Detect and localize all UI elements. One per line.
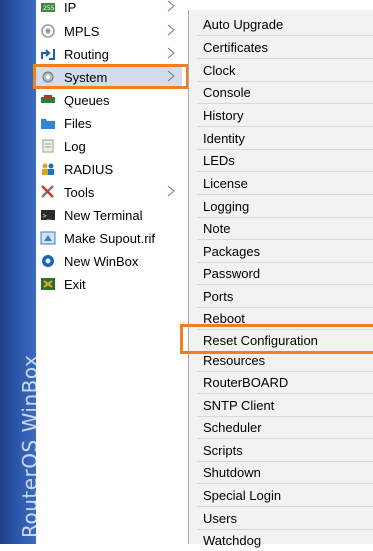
menu-item-files[interactable]: Files: [36, 112, 182, 134]
menu-item-label: Files: [64, 115, 92, 131]
menu-item-label: Routing: [64, 46, 109, 62]
routing-icon: [40, 47, 56, 61]
folder-icon: [40, 116, 56, 130]
submenu-item-watchdog[interactable]: Watchdog: [203, 529, 373, 551]
submenu-item-scheduler[interactable]: Scheduler: [203, 416, 373, 438]
submenu-item-history[interactable]: History: [203, 104, 373, 126]
svg-text:>_: >_: [43, 212, 52, 220]
menu-item-ip[interactable]: 255 IP: [36, 0, 182, 18]
menu-item-label: Tools: [64, 184, 95, 200]
submenu-item-password[interactable]: Password: [203, 262, 373, 284]
mpls-icon: [40, 24, 56, 38]
submenu-item-routerboard[interactable]: RouterBOARD: [203, 371, 373, 393]
highlight-system: [33, 64, 189, 89]
submenu-item-special-login[interactable]: Special Login: [203, 484, 373, 506]
brand-strip: RouterOS WinBox: [0, 0, 42, 544]
chevron-right-icon: [167, 47, 175, 59]
menu-item-queues[interactable]: Queues: [36, 89, 182, 111]
svg-text:255: 255: [43, 5, 55, 12]
supout-icon: [40, 231, 56, 245]
menu-item-exit[interactable]: Exit: [36, 273, 182, 295]
submenu-item-logging[interactable]: Logging: [203, 195, 373, 217]
menu-item-tools[interactable]: Tools: [36, 181, 182, 203]
system-submenu: Auto Upgrade Certificates Clock Console …: [188, 10, 373, 548]
menu-item-label: Make Supout.rif: [64, 230, 156, 246]
submenu-item-clock[interactable]: Clock: [203, 59, 373, 81]
menu-item-label: Log: [64, 138, 86, 154]
submenu-item-certificates[interactable]: Certificates: [203, 36, 373, 58]
submenu-item-console[interactable]: Console: [203, 81, 373, 103]
submenu-item-ports[interactable]: Ports: [203, 285, 373, 307]
menu-item-label: Exit: [64, 276, 86, 292]
queues-icon: [40, 93, 56, 107]
menu-item-label: MPLS: [64, 23, 100, 39]
ip-icon: 255: [40, 0, 56, 14]
log-icon: [40, 139, 56, 153]
menu-item-make-supout[interactable]: Make Supout.rif: [36, 227, 182, 249]
submenu-item-users[interactable]: Users: [203, 507, 373, 529]
submenu-item-license[interactable]: License: [203, 172, 373, 194]
submenu-item-note[interactable]: Note: [203, 217, 373, 239]
menu-item-log[interactable]: Log: [36, 135, 182, 157]
menu-item-new-terminal[interactable]: >_ New Terminal: [36, 204, 182, 226]
terminal-icon: >_: [40, 208, 56, 222]
menu-item-mpls[interactable]: MPLS: [36, 20, 182, 42]
chevron-right-icon: [167, 24, 175, 36]
menu-item-label: RADIUS: [64, 161, 114, 177]
exit-icon: [40, 277, 56, 291]
menu-item-label: New WinBox: [64, 253, 139, 269]
submenu-item-sntp-client[interactable]: SNTP Client: [203, 394, 373, 416]
users-icon: [40, 162, 56, 176]
chevron-right-icon: [167, 185, 175, 197]
menu-item-label: New Terminal: [64, 207, 143, 223]
tools-icon: [40, 185, 56, 199]
submenu-item-packages[interactable]: Packages: [203, 240, 373, 262]
winbox-icon: [40, 254, 56, 268]
submenu-item-shutdown[interactable]: Shutdown: [203, 461, 373, 483]
submenu-item-auto-upgrade[interactable]: Auto Upgrade: [203, 13, 373, 35]
submenu-item-scripts[interactable]: Scripts: [203, 439, 373, 461]
menu-item-routing[interactable]: Routing: [36, 43, 182, 65]
menu-item-label: IP: [64, 0, 77, 15]
submenu-item-leds[interactable]: LEDs: [203, 149, 373, 171]
chevron-right-icon: [167, 0, 175, 12]
menu-item-label: Queues: [64, 92, 110, 108]
menu-item-radius[interactable]: RADIUS: [36, 158, 182, 180]
menu-item-new-winbox[interactable]: New WinBox: [36, 250, 182, 272]
highlight-reset-configuration: [180, 324, 373, 354]
submenu-item-identity[interactable]: Identity: [203, 127, 373, 149]
